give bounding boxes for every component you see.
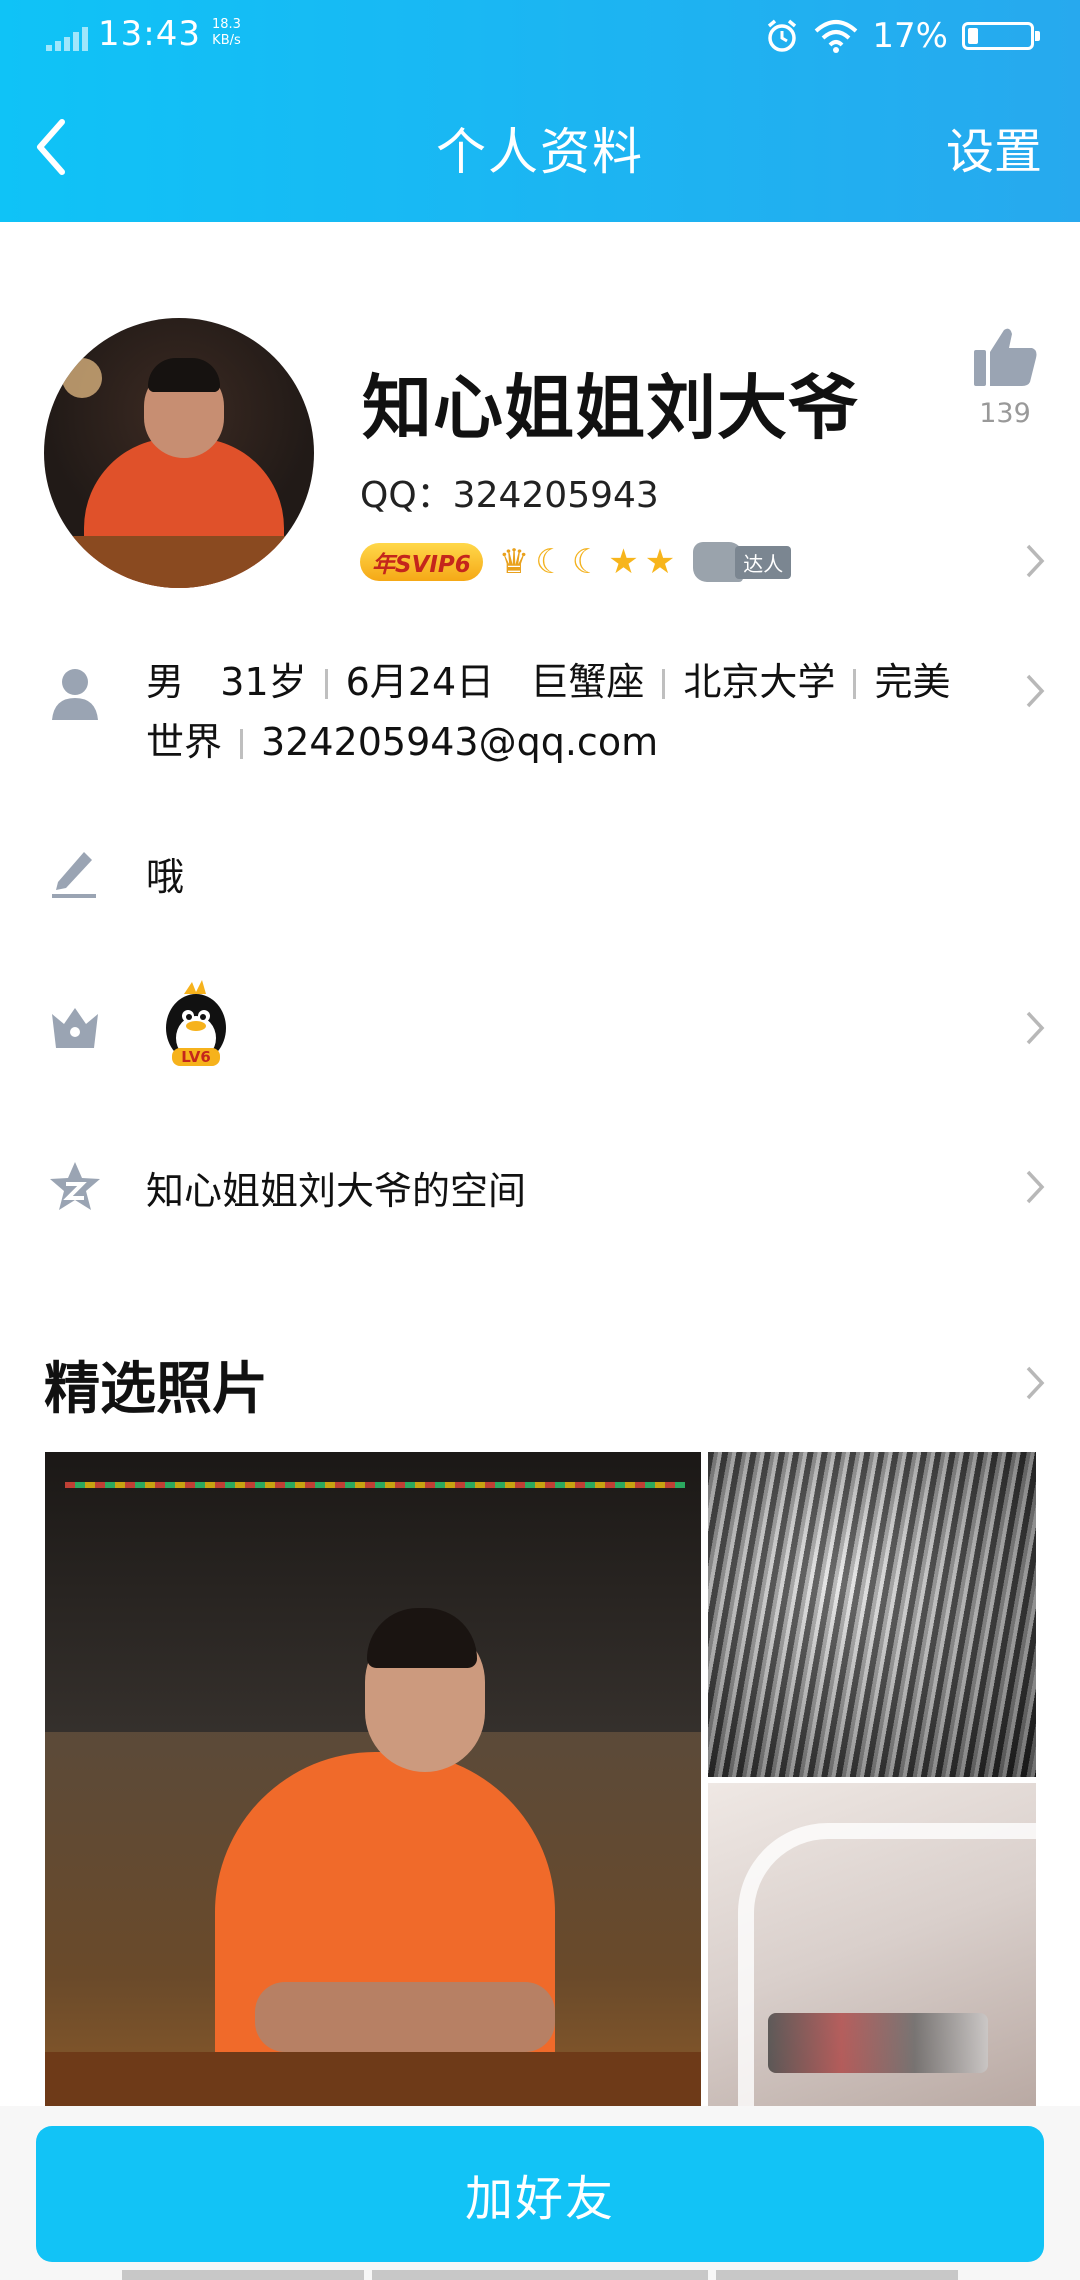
qzone-star-icon	[50, 1162, 100, 1210]
chevron-right-icon[interactable]	[1024, 542, 1046, 580]
penguin-level-icon[interactable]: LV6	[158, 980, 234, 1072]
email: 324205943@qq.com	[261, 720, 659, 764]
nav-indicator	[716, 2270, 958, 2280]
chevron-right-icon[interactable]	[1024, 1364, 1046, 1402]
divider	[240, 729, 244, 759]
network-speed-value: 18.3	[212, 17, 241, 32]
qq-number: QQ：324205943	[360, 475, 659, 516]
divider	[853, 669, 857, 699]
settings-button[interactable]: 设置	[946, 112, 1042, 182]
star-icon: ★	[608, 542, 639, 582]
status-time: 13:43	[98, 14, 201, 54]
status-right: 17%	[764, 14, 1040, 58]
battery-icon	[962, 22, 1040, 50]
header-bar: 13:43 18.3 KB/s 17% 个人资料 设置	[0, 0, 1080, 222]
qzone-link[interactable]: 知心姐姐刘大爷的空间	[146, 1160, 526, 1215]
chevron-right-icon[interactable]	[1024, 1009, 1046, 1047]
alarm-icon	[768, 19, 797, 52]
nav-indicator	[122, 2270, 364, 2280]
battery-fill	[968, 28, 978, 44]
nav-indicator	[372, 2270, 708, 2280]
wifi-icon	[815, 20, 858, 53]
signature[interactable]: 哦	[146, 846, 184, 901]
basic-info[interactable]: 男 31岁 6月24日 巨蟹座 北京大学 完美世界 324205943@qq.com	[146, 652, 966, 772]
avatar-table	[44, 536, 314, 588]
photo-arms	[255, 1982, 555, 2052]
person-icon	[52, 669, 98, 720]
network-speed-unit: KB/s	[212, 33, 241, 48]
daren-badge: 达人	[693, 542, 792, 582]
crown-icon	[52, 1008, 98, 1048]
like-icon[interactable]	[972, 326, 1038, 388]
network-speed: 18.3 KB/s	[212, 17, 241, 49]
featured-photo-1[interactable]	[45, 1452, 701, 2107]
moon-icon: ☾	[535, 542, 566, 582]
chevron-right-icon[interactable]	[1024, 672, 1046, 710]
photo-items	[768, 2013, 988, 2073]
divider	[324, 669, 328, 699]
photo-shade	[708, 1452, 1036, 1777]
avatar[interactable]	[44, 318, 314, 588]
level-label: LV6	[181, 1048, 211, 1066]
avatar-light	[62, 358, 102, 398]
photo-table	[45, 2052, 701, 2107]
zodiac: 巨蟹座	[530, 660, 645, 704]
signal-icon	[46, 27, 88, 51]
daren-label: 达人	[735, 545, 792, 579]
gender: 男	[146, 660, 185, 704]
birthday: 6月24日	[345, 660, 495, 704]
add-friend-button[interactable]: 加好友	[36, 2126, 1044, 2262]
page-title: 个人资料	[436, 123, 644, 181]
avatar-hair	[148, 358, 220, 392]
vip-badges[interactable]: 年SVIP6 ♛ ☾ ☾ ★ ★ 达人	[360, 540, 792, 584]
divider	[662, 669, 666, 699]
battery-percent: 17%	[872, 16, 948, 56]
nickname: 知心姐姐刘大爷	[362, 367, 859, 449]
photo-lights	[65, 1482, 685, 1488]
age: 31岁	[220, 660, 307, 704]
featured-photo-3[interactable]	[708, 1783, 1036, 2107]
featured-photos-title: 精选照片	[44, 1357, 268, 1422]
moon-icon: ☾	[571, 542, 603, 582]
star-icon: ★	[644, 542, 676, 582]
chevron-right-icon[interactable]	[1024, 1168, 1046, 1206]
school: 北京大学	[683, 660, 836, 704]
featured-photo-2[interactable]	[708, 1452, 1036, 1777]
edit-icon	[52, 852, 96, 898]
svip-badge: 年SVIP6	[360, 543, 483, 581]
crown-icon: ♛	[498, 542, 530, 582]
like-count: 139	[979, 398, 1031, 429]
